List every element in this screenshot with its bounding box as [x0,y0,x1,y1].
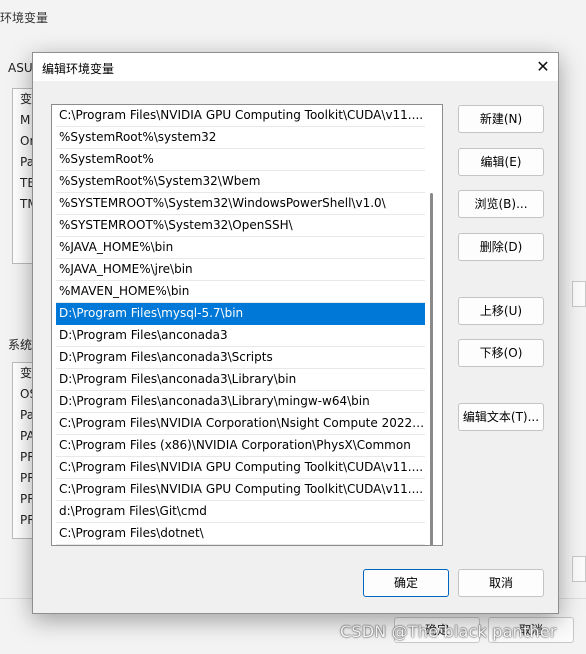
path-row[interactable]: %SystemRoot%\system32 [56,127,425,149]
path-rows: C:\Program Files\NVIDIA GPU Computing To… [56,105,425,545]
new-button[interactable]: 新建(N) [458,105,544,133]
path-row[interactable]: D:\Program Files\anconada3\Library\mingw… [56,391,425,413]
path-row[interactable]: C:\Program Files (x86)\NVIDIA Corporatio… [56,435,425,457]
path-row[interactable]: D:\Program Files\anconada3\Library\bin [56,369,425,391]
path-row[interactable]: d:\Program Files\Git\cmd [56,501,425,523]
path-row[interactable]: C:\Program Files\NVIDIA GPU Computing To… [56,479,425,501]
edit-environment-variable-dialog: 编辑环境变量 ✕ C:\Program Files\NVIDIA GPU Com… [32,52,559,614]
close-button[interactable]: ✕ [528,53,558,81]
path-list[interactable]: C:\Program Files\NVIDIA GPU Computing To… [51,104,443,546]
path-row[interactable]: %SYSTEMROOT%\System32\WindowsPowerShell\… [56,193,425,215]
path-row[interactable]: %JAVA_HOME%\bin [56,237,425,259]
path-row-selected[interactable]: D:\Program Files\mysql-5.7\bin [56,303,425,325]
delete-button[interactable]: 删除(D) [458,233,544,261]
path-row[interactable]: C:\Program Files\dotnet\ [56,523,425,545]
watermark: CSDN @The black panther [340,622,557,641]
background-window-title: 环境变量 [0,11,49,25]
background-button-edge[interactable] [572,556,586,582]
path-row[interactable]: %MAVEN_HOME%\bin [56,281,425,303]
path-row[interactable]: D:\Program Files\anconada3 [56,325,425,347]
path-row[interactable]: %SystemRoot%\System32\Wbem [56,171,425,193]
cancel-button[interactable]: 取消 [458,569,544,597]
path-row[interactable]: %JAVA_HOME%\jre\bin [56,259,425,281]
close-icon: ✕ [536,57,550,76]
path-row[interactable]: D:\Program Files\anconada3\Scripts [56,347,425,369]
scrollbar[interactable] [430,193,433,545]
system-variables-label: 系统 [8,338,33,352]
browse-button[interactable]: 浏览(B)... [458,190,544,218]
move-down-button[interactable]: 下移(O) [458,339,544,367]
path-row[interactable]: C:\Program Files\NVIDIA GPU Computing To… [56,105,425,127]
path-row[interactable]: C:\Program Files\NVIDIA Corporation\Nsig… [56,413,425,435]
path-row[interactable]: %SYSTEMROOT%\System32\OpenSSH\ [56,215,425,237]
dialog-title: 编辑环境变量 [42,62,115,76]
background-button-edge[interactable] [572,281,586,307]
path-row[interactable]: C:\Program Files\NVIDIA GPU Computing To… [56,457,425,479]
edit-text-button[interactable]: 编辑文本(T)... [458,403,544,431]
user-variables-label: ASU [8,61,33,75]
edit-button[interactable]: 编辑(E) [458,148,544,176]
dialog-titlebar[interactable]: 编辑环境变量 ✕ [33,53,558,81]
ok-button[interactable]: 确定 [363,569,449,597]
path-row[interactable]: %SystemRoot% [56,149,425,171]
move-up-button[interactable]: 上移(U) [458,297,544,325]
